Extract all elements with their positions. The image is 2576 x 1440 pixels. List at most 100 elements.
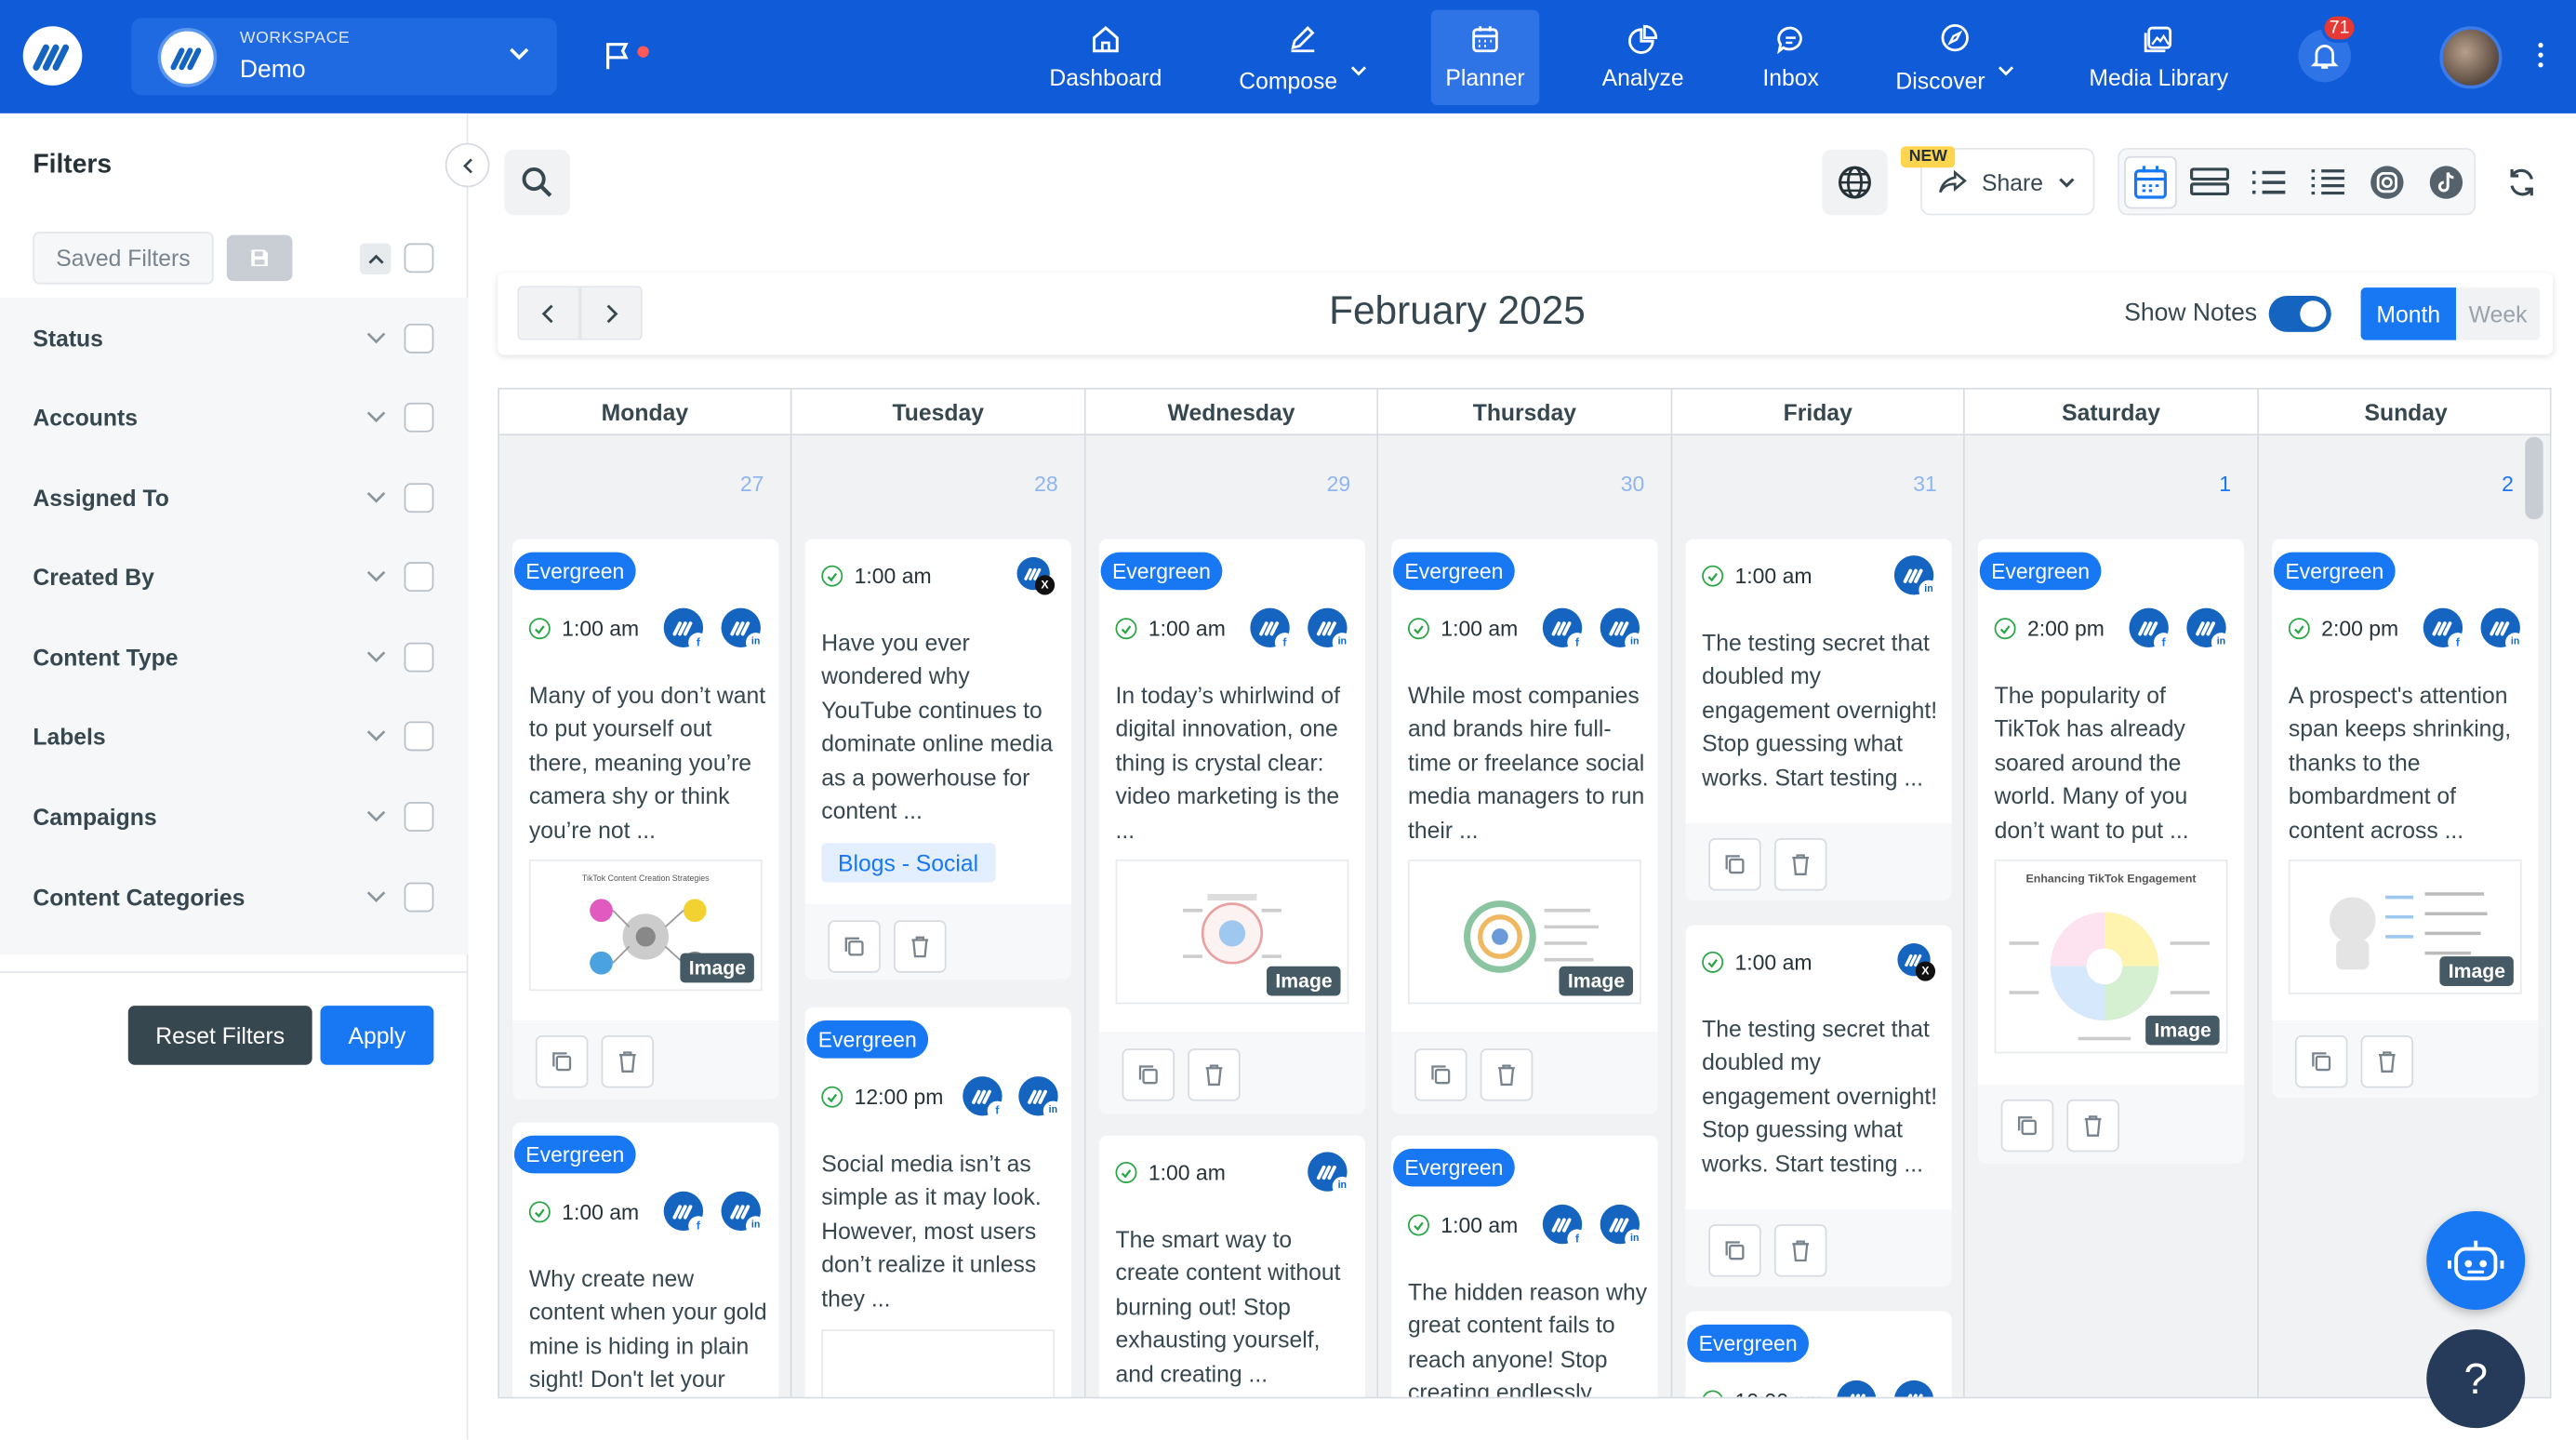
chevron-down-icon — [366, 332, 386, 344]
flag-icon[interactable] — [604, 41, 631, 71]
post-card[interactable]: 1:00 am X The testing secret that double… — [1685, 925, 1952, 1287]
collapse-sidebar-button[interactable] — [445, 142, 490, 188]
filter-checkbox[interactable] — [404, 402, 434, 433]
duplicate-button[interactable] — [1122, 1048, 1175, 1101]
duplicate-button[interactable] — [1708, 1224, 1761, 1277]
nav-media-library[interactable]: Media Library — [2087, 10, 2231, 105]
post-text: The smart way to create content without … — [1115, 1225, 1341, 1387]
filter-content-categories[interactable]: Content Categories — [0, 858, 468, 937]
post-time: 1:00 am — [1115, 616, 1226, 641]
day-cell-saturday[interactable]: 1 Evergreen 2:00 pm f in The popularity … — [1964, 435, 2260, 1397]
post-card[interactable]: Evergreen 1:00 am f in While most compan… — [1391, 539, 1658, 1114]
post-card[interactable]: 1:00 am in The testing secret that doubl… — [1685, 539, 1952, 901]
day-cell-friday[interactable]: 31 1:00 am in The testing secret that do… — [1672, 435, 1965, 1397]
timezone-button[interactable] — [1822, 149, 1888, 216]
save-filter-button[interactable] — [226, 234, 293, 282]
app-logo[interactable] — [22, 26, 83, 86]
delete-button[interactable] — [1480, 1048, 1534, 1101]
check-circle-icon — [1115, 1161, 1137, 1183]
refresh-button[interactable] — [2494, 154, 2550, 210]
check-circle-icon — [1407, 1214, 1429, 1236]
filter-checkbox[interactable] — [404, 882, 434, 913]
filter-checkbox[interactable] — [404, 324, 434, 353]
nav-compose[interactable]: Compose — [1232, 10, 1374, 105]
post-card[interactable]: 1:00 am in The smart way to create conte… — [1098, 1135, 1366, 1397]
nav-discover[interactable]: Discover — [1890, 10, 2021, 105]
calendar-view-button[interactable] — [2124, 155, 2177, 209]
tiktok-grid-view-button[interactable] — [2420, 156, 2473, 209]
delete-button[interactable] — [1773, 837, 1827, 891]
day-cell-thursday[interactable]: 30 Evergreen 1:00 am f in While most com… — [1378, 435, 1673, 1397]
post-time: 1:00 am — [821, 564, 932, 588]
post-card[interactable]: Evergreen 10:00 pm f in — [1685, 1311, 1952, 1397]
delete-button[interactable] — [2066, 1099, 2119, 1153]
post-card[interactable]: Evergreen 1:00 am f in The hidden reason… — [1391, 1135, 1658, 1397]
filter-checkbox[interactable] — [404, 802, 434, 832]
compact-list-view-button[interactable] — [2302, 156, 2355, 209]
show-notes-toggle[interactable] — [2268, 295, 2331, 332]
collapse-filters-button[interactable] — [359, 243, 392, 275]
help-button[interactable]: ? — [2426, 1329, 2526, 1429]
more-options-icon[interactable] — [2529, 42, 2552, 68]
nav-analyze[interactable]: Analyze — [1594, 10, 1693, 105]
search-button[interactable] — [504, 149, 571, 216]
calendar-scrollbar[interactable] — [2525, 436, 2543, 520]
duplicate-button[interactable] — [828, 920, 881, 973]
delete-button[interactable] — [2360, 1034, 2414, 1088]
post-text: The testing secret that doubled my engag… — [1702, 1015, 1938, 1177]
nav-dashboard[interactable]: Dashboard — [1049, 10, 1162, 105]
filter-checkbox[interactable] — [404, 562, 434, 592]
select-all-filters-checkbox[interactable] — [404, 243, 434, 273]
month-view-tab[interactable]: Month — [2360, 287, 2457, 340]
delete-button[interactable] — [601, 1034, 655, 1088]
saved-filters-dropdown[interactable]: Saved Filters — [33, 232, 214, 285]
grid-view-button[interactable] — [2184, 156, 2237, 209]
duplicate-button[interactable] — [1414, 1048, 1467, 1101]
delete-button[interactable] — [1773, 1224, 1827, 1277]
globe-icon — [1838, 166, 1871, 199]
apply-filters-button[interactable]: Apply — [320, 1006, 434, 1065]
day-cell-tuesday[interactable]: 28 1:00 am X Have you ever wondered why … — [791, 435, 1086, 1397]
nav-planner[interactable]: Planner — [1430, 9, 1540, 106]
workspace-switcher[interactable]: WORKSPACE Demo — [131, 18, 557, 96]
delete-button[interactable] — [1188, 1048, 1241, 1101]
filter-checkbox[interactable] — [404, 721, 434, 752]
filter-created-by[interactable]: Created By — [0, 538, 468, 617]
filter-content-type[interactable]: Content Type — [0, 618, 468, 697]
duplicate-button[interactable] — [2000, 1099, 2054, 1153]
reset-filters-button[interactable]: Reset Filters — [127, 1006, 312, 1065]
day-cell-monday[interactable]: 27 Evergreen 1:00 am f in Many of you do… — [499, 435, 792, 1397]
duplicate-button[interactable] — [1708, 837, 1761, 891]
post-card[interactable]: Evergreen 1:00 am f in In today’s whirlw… — [1098, 539, 1366, 1114]
trash-icon — [911, 936, 929, 958]
post-card[interactable]: Evergreen 1:00 am f in Why create new co… — [512, 1122, 779, 1397]
robot-icon — [2448, 1240, 2504, 1281]
nav-inbox[interactable]: Inbox — [1749, 10, 1831, 105]
filter-checkbox[interactable] — [404, 483, 434, 513]
duplicate-button[interactable] — [2294, 1034, 2348, 1088]
instagram-grid-view-button[interactable] — [2361, 156, 2414, 209]
filter-labels[interactable]: Labels — [0, 697, 468, 776]
delete-button[interactable] — [894, 920, 947, 973]
duplicate-button[interactable] — [535, 1034, 589, 1088]
post-time: 2:00 pm — [1994, 616, 2105, 641]
post-card[interactable]: Evergreen 12:00 pm f in Social media isn… — [804, 1007, 1071, 1397]
post-card[interactable]: 1:00 am X Have you ever wondered why You… — [804, 539, 1071, 980]
post-card[interactable]: Evergreen 2:00 pm f in A prospect's atte… — [2272, 539, 2539, 1099]
filter-assigned-to[interactable]: Assigned To — [0, 459, 468, 538]
filter-status[interactable]: Status — [0, 300, 468, 379]
ai-assistant-button[interactable] — [2426, 1210, 2526, 1310]
day-cell-wednesday[interactable]: 29 Evergreen 1:00 am f in In today’s whi… — [1085, 435, 1379, 1397]
filter-checkbox[interactable] — [404, 642, 434, 673]
user-avatar[interactable] — [2439, 26, 2503, 89]
filter-campaigns[interactable]: Campaigns — [0, 778, 468, 857]
post-card[interactable]: Evergreen 2:00 pm f in The popularity of… — [1977, 539, 2245, 1164]
media-type-label: Image — [2439, 956, 2514, 986]
post-card[interactable]: Evergreen 1:00 am f in Many of you don’t… — [512, 539, 779, 1100]
filter-accounts[interactable]: Accounts — [0, 378, 468, 457]
notification-count-badge: 71 — [2321, 13, 2358, 43]
check-circle-icon — [1115, 618, 1137, 640]
list-view-button[interactable] — [2242, 156, 2295, 209]
facebook-account-icon: f — [663, 1191, 709, 1236]
week-view-tab[interactable]: Week — [2456, 287, 2541, 340]
